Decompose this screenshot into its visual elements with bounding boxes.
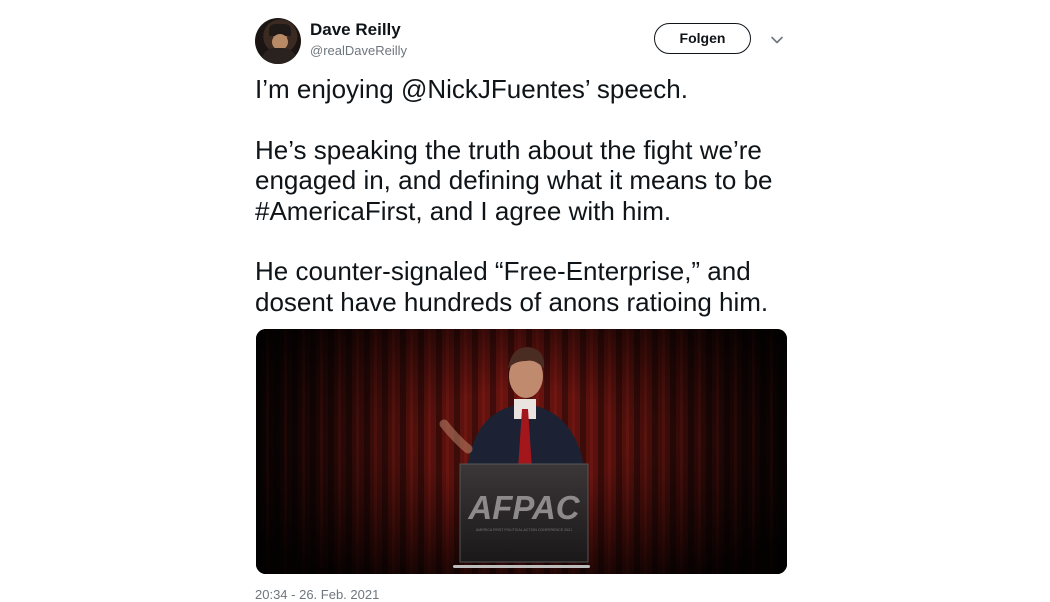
follow-button[interactable]: Folgen: [654, 23, 751, 54]
podium-logo: AFPAC: [467, 489, 580, 526]
chevron-down-icon[interactable]: [770, 33, 784, 47]
tweet-paragraph: He’s speaking the truth about the fight …: [255, 134, 773, 226]
video-frame: AFPAC AMERICA FIRST POLITICAL ACTION CON…: [256, 329, 787, 574]
tweet-paragraph: He counter-signaled “Free-Enterprise,” a…: [255, 256, 769, 317]
author-handle[interactable]: @realDaveReilly: [310, 43, 407, 58]
tweet-video[interactable]: AFPAC AMERICA FIRST POLITICAL ACTION CON…: [256, 329, 787, 574]
tweet-paragraph: I’m enjoying @NickJFuentes’ speech.: [255, 74, 688, 104]
video-progress-bar[interactable]: [453, 565, 590, 568]
author-name[interactable]: Dave Reilly: [310, 20, 401, 40]
tweet: Dave Reilly @realDaveReilly Folgen I’m e…: [255, 0, 787, 602]
avatar[interactable]: [255, 18, 301, 64]
tweet-text: I’m enjoying @NickJFuentes’ speech. He’s…: [255, 74, 795, 317]
avatar-suit: [261, 48, 297, 64]
podium-subtitle: AMERICA FIRST POLITICAL ACTION CONFERENC…: [476, 528, 572, 532]
